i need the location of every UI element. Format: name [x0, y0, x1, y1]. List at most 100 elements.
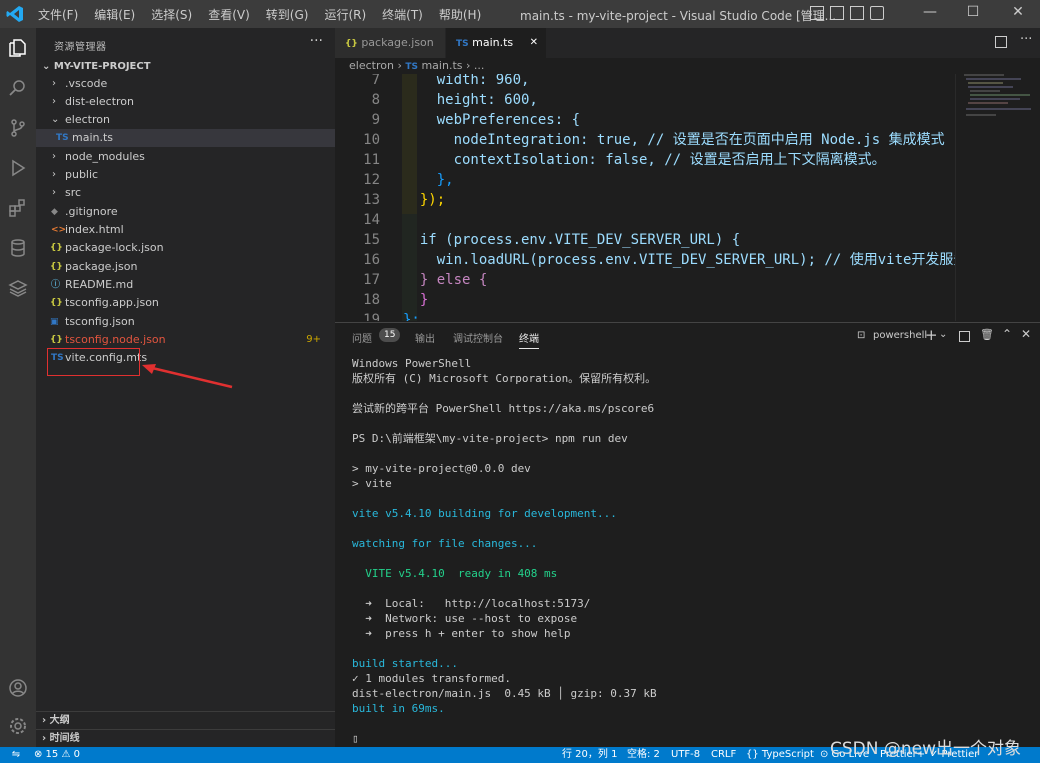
problems-status[interactable]: ⊗ 15 ⚠ 0 — [34, 747, 80, 763]
tree-label: package.json — [65, 260, 138, 273]
indentation-status[interactable]: 空格: 2 — [627, 747, 660, 763]
terminal-line: watching for file changes... — [352, 537, 538, 550]
maximize-icon[interactable]: ☐ — [953, 4, 993, 20]
tree-folder-dist-electron[interactable]: › dist-electron — [36, 93, 335, 111]
tree-folder-vscode[interactable]: › .vscode — [36, 75, 335, 93]
menu-file[interactable]: 文件(F) — [30, 6, 86, 23]
typescript-file-icon: TS — [56, 133, 69, 143]
breadcrumb-file[interactable]: main.ts — [421, 59, 462, 72]
toggle-sidebar-icon[interactable] — [810, 6, 824, 20]
close-tab-icon[interactable]: ✕ — [530, 28, 538, 58]
layers-icon[interactable] — [6, 276, 30, 300]
tree-file-tsconfig-app[interactable]: {} tsconfig.app.json — [36, 294, 335, 312]
explorer-icon[interactable] — [6, 36, 30, 60]
trash-icon[interactable]: 🗑 — [980, 328, 994, 341]
toggle-panel-icon[interactable] — [830, 6, 844, 20]
close-window-icon[interactable]: ✕ — [998, 4, 1038, 20]
new-terminal-icon[interactable]: + — [925, 326, 938, 344]
tree-file-tsconfig-node[interactable]: {} tsconfig.node.json 9+ — [36, 331, 335, 349]
code-line: if (process.env.VITE_DEV_SERVER_URL) { — [403, 232, 741, 248]
extensions-icon[interactable] — [6, 196, 30, 220]
tree-folder-public[interactable]: › public — [36, 166, 335, 184]
chevron-right-icon: › — [52, 169, 56, 180]
tab-problems[interactable]: 问题 — [352, 330, 372, 345]
tree-folder-electron[interactable]: ⌄ electron — [36, 111, 335, 129]
maximize-panel-icon[interactable]: ⌃ — [1002, 327, 1012, 341]
more-actions-icon[interactable]: ··· — [1020, 32, 1032, 47]
eol-status[interactable]: CRLF — [711, 747, 736, 763]
toggle-secondary-sidebar-icon[interactable] — [850, 6, 864, 20]
code-editor[interactable]: 7 width: 960, 8 height: 600, 9 webPrefer… — [335, 74, 955, 321]
menu-help[interactable]: 帮助(H) — [431, 6, 489, 23]
tab-output[interactable]: 输出 — [415, 330, 435, 345]
language-mode[interactable]: {} TypeScript — [746, 747, 814, 763]
json-file-icon: {} — [50, 298, 63, 308]
tree-label: electron — [65, 113, 110, 126]
annotation-highlight-box — [47, 348, 140, 376]
terminal-line: build started... — [352, 657, 458, 670]
run-debug-icon[interactable] — [6, 156, 30, 180]
panel-tabs: 问题 15 输出 调试控制台 终端 ⊡ powershell + ⌄ 🗑 ⌃ ✕ — [335, 323, 1040, 349]
tree-label: .vscode — [65, 77, 108, 90]
annotation-arrow-icon — [142, 364, 233, 389]
tree-file-tsconfig[interactable]: ▣ tsconfig.json — [36, 313, 335, 331]
json-file-icon: {} — [50, 262, 63, 272]
timeline-section[interactable]: › 时间线 — [36, 729, 335, 747]
menu-terminal[interactable]: 终端(T) — [374, 6, 431, 23]
project-root[interactable]: ⌄ MY-VITE-PROJECT — [36, 58, 335, 76]
code-line: }); — [403, 192, 446, 208]
tree-label: index.html — [65, 223, 124, 236]
search-icon[interactable] — [6, 76, 30, 100]
more-actions-icon[interactable]: ··· — [310, 33, 323, 49]
settings-gear-icon[interactable] — [6, 714, 30, 738]
line-number: 14 — [363, 212, 380, 228]
tree-folder-node-modules[interactable]: › node_modules — [36, 148, 335, 166]
chevron-down-icon[interactable]: ⌄ — [939, 329, 947, 340]
line-number: 10 — [363, 132, 380, 148]
cursor-position[interactable]: 行 20，列 1 — [562, 747, 617, 763]
breadcrumb-symbol[interactable]: ... — [474, 59, 485, 72]
menu-go[interactable]: 转到(G) — [258, 6, 317, 23]
code-line: nodeIntegration: true, // 设置是否在页面中启用 Nod… — [403, 132, 945, 148]
terminal-output[interactable]: Windows PowerShell 版权所有 (C) Microsoft Co… — [352, 356, 1032, 746]
split-terminal-icon[interactable] — [959, 331, 970, 342]
menu-run[interactable]: 运行(R) — [316, 6, 374, 23]
bottom-panel: 问题 15 输出 调试控制台 终端 ⊡ powershell + ⌄ 🗑 ⌃ ✕… — [335, 322, 1040, 747]
info-file-icon: ⓘ — [51, 280, 61, 290]
tab-main-ts[interactable]: TS main.ts ✕ — [446, 28, 546, 58]
remote-icon[interactable]: ⇋ — [6, 747, 26, 763]
minimize-icon[interactable]: — — [910, 4, 950, 20]
tab-package-json[interactable]: {} package.json — [335, 28, 445, 58]
menu-edit[interactable]: 编辑(E) — [86, 6, 143, 23]
terminal-shell-name[interactable]: powershell — [873, 330, 927, 341]
tab-debug-console[interactable]: 调试控制台 — [453, 330, 503, 345]
tree-file-package-json[interactable]: {} package.json — [36, 258, 335, 276]
tree-file-index-html[interactable]: <> index.html — [36, 221, 335, 239]
tree-file-readme[interactable]: ⓘ README.md — [36, 276, 335, 294]
split-editor-icon[interactable] — [995, 36, 1007, 48]
minimap[interactable] — [955, 74, 1040, 321]
breadcrumb-folder[interactable]: electron — [349, 59, 394, 72]
tab-terminal[interactable]: 终端 — [519, 330, 539, 349]
customize-layout-icon[interactable] — [870, 6, 884, 20]
account-icon[interactable] — [6, 676, 30, 700]
breadcrumb-separator: › — [397, 59, 402, 72]
terminal-line: ➜ Network: use --host to expose — [352, 612, 578, 625]
tree-file-gitignore[interactable]: ◆ .gitignore — [36, 203, 335, 221]
tree-file-package-lock[interactable]: {} package-lock.json — [36, 239, 335, 257]
source-control-icon[interactable] — [6, 116, 30, 140]
encoding-status[interactable]: UTF-8 — [671, 747, 700, 763]
tree-file-main-ts[interactable]: TS main.ts — [36, 129, 335, 147]
close-panel-icon[interactable]: ✕ — [1021, 327, 1031, 341]
outline-section[interactable]: › 大纲 — [36, 711, 335, 729]
menu-selection[interactable]: 选择(S) — [143, 6, 200, 23]
tree-folder-src[interactable]: › src — [36, 184, 335, 202]
line-number: 12 — [363, 172, 380, 188]
menu-view[interactable]: 查看(V) — [200, 6, 258, 23]
database-icon[interactable] — [6, 236, 30, 260]
